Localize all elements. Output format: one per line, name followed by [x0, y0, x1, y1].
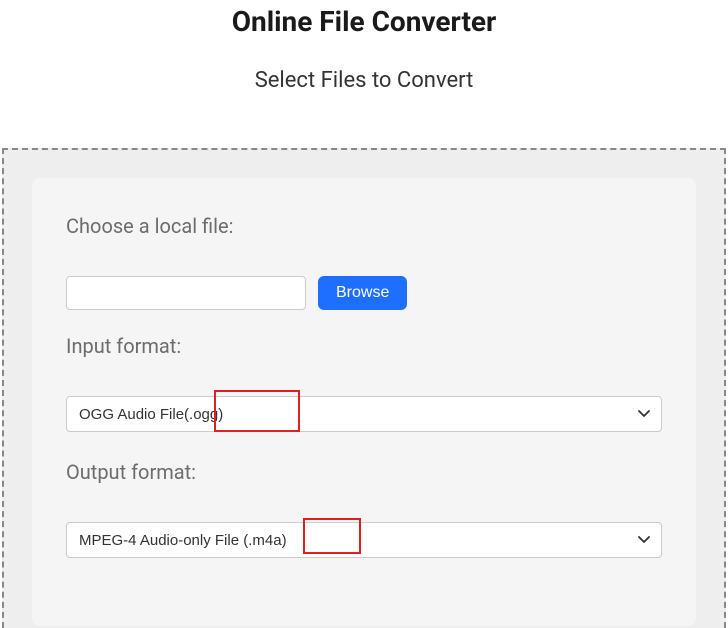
- converter-card: Choose a local file: Browse Input format…: [32, 178, 696, 626]
- page-subtitle: Select Files to Convert: [0, 68, 728, 93]
- input-format-select[interactable]: OGG Audio File(.ogg): [66, 396, 662, 432]
- input-format-select-wrapper: OGG Audio File(.ogg): [66, 396, 662, 432]
- input-format-label: Input format:: [66, 334, 662, 358]
- page-title: Online File Converter: [0, 5, 728, 38]
- file-path-input[interactable]: [66, 276, 306, 310]
- output-format-select-wrapper: MPEG-4 Audio-only File (.m4a): [66, 522, 662, 558]
- upload-dropzone: Choose a local file: Browse Input format…: [2, 148, 726, 628]
- choose-file-label: Choose a local file:: [66, 214, 662, 238]
- file-input-row: Browse: [66, 276, 662, 310]
- output-format-select[interactable]: MPEG-4 Audio-only File (.m4a): [66, 522, 662, 558]
- output-format-label: Output format:: [66, 460, 662, 484]
- browse-button[interactable]: Browse: [318, 276, 407, 310]
